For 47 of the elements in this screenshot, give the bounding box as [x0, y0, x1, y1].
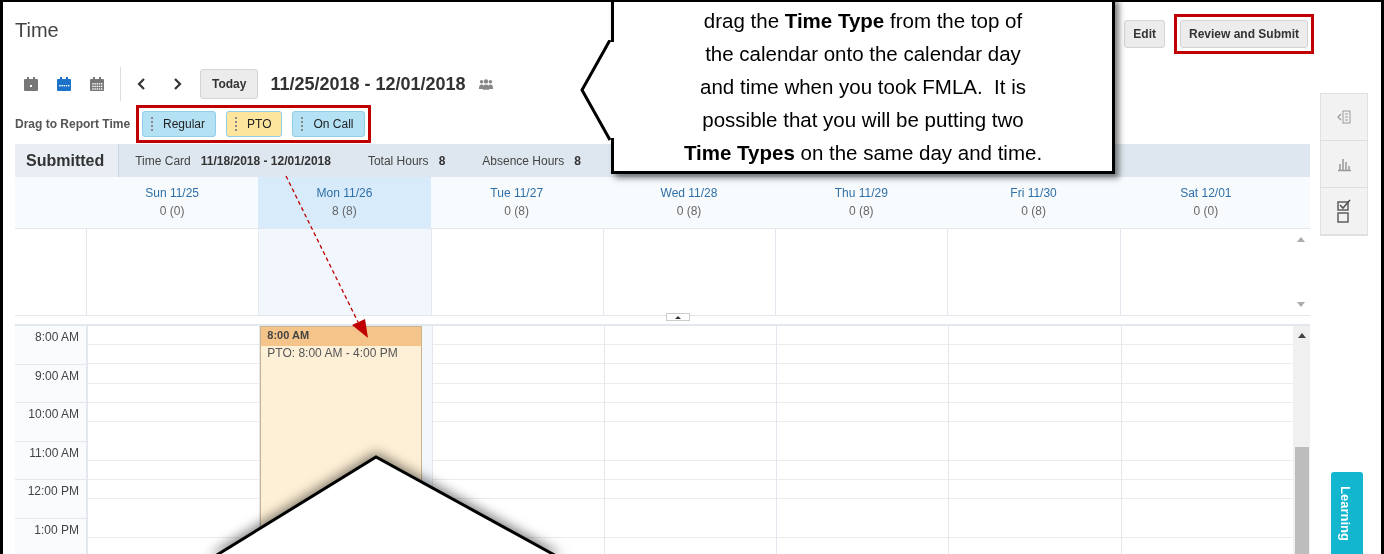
today-button[interactable]: Today [200, 69, 259, 99]
summary-value: 8 [438, 153, 446, 168]
day-column[interactable] [776, 326, 949, 554]
month-view-icon[interactable] [89, 76, 105, 92]
day-header[interactable]: Mon 11/26 8 (8) [258, 177, 431, 228]
next-icon[interactable] [172, 77, 182, 91]
summary-value: 8 [574, 153, 582, 168]
time-label: 9:00 AM [15, 364, 86, 403]
day-header[interactable]: Wed 11/28 0 (8) [602, 177, 776, 228]
scroll-up-icon[interactable] [1297, 333, 1306, 338]
summary-label: Time Card [135, 153, 191, 168]
day-column[interactable] [87, 326, 260, 554]
time-type-chip[interactable]: On Call [292, 111, 365, 137]
scroll-down-icon[interactable] [1296, 302, 1305, 307]
day-header[interactable]: Sat 12/01 0 (0) [1119, 177, 1292, 228]
time-label: 11:00 AM [15, 441, 86, 480]
bar-chart-icon[interactable] [1336, 156, 1352, 172]
page-title: Time [15, 18, 59, 42]
action-button[interactable]: Review and Submit [1179, 20, 1308, 48]
collapse-panel-icon[interactable] [1336, 109, 1352, 125]
drag-label: Drag to Report Time [15, 117, 132, 131]
summary-label: Total Hours [367, 153, 429, 168]
all-day-cell[interactable] [258, 229, 431, 315]
day-header[interactable]: Thu 11/29 0 (8) [775, 177, 948, 228]
week-view-icon[interactable] [56, 76, 72, 92]
day-column[interactable] [948, 326, 1121, 554]
time-label: 10:00 AM [15, 403, 86, 442]
previous-icon[interactable] [137, 77, 147, 91]
people-icon[interactable] [477, 77, 494, 91]
time-type-chip[interactable]: Regular [142, 111, 217, 137]
day-header[interactable]: Fri 11/30 0 (8) [947, 177, 1120, 228]
time-type-chip[interactable]: PTO [226, 111, 283, 137]
time-label: 8:00 AM [15, 326, 86, 365]
date-range: 11/25/2018 - 12/01/2018 [270, 73, 466, 95]
scrollbar-thumb[interactable] [1294, 447, 1309, 554]
status-tab[interactable]: Submitted [15, 144, 120, 177]
action-button[interactable]: Edit [1124, 20, 1165, 48]
splitter-handle-icon[interactable] [665, 313, 690, 321]
time-label: 1:00 PM [15, 518, 86, 554]
time-label: 12:00 PM [15, 480, 86, 519]
day-column[interactable] [603, 326, 777, 554]
day-header[interactable]: Sun 11/25 0 (0) [86, 177, 259, 228]
checklist-icon[interactable] [1336, 197, 1352, 225]
summary-value: 11/18/2018 - 12/01/2018 [200, 153, 331, 168]
summary-label: Absence Hours [482, 153, 565, 168]
day-view-icon[interactable] [23, 76, 39, 92]
day-header[interactable]: Tue 11/27 0 (8) [430, 177, 603, 228]
